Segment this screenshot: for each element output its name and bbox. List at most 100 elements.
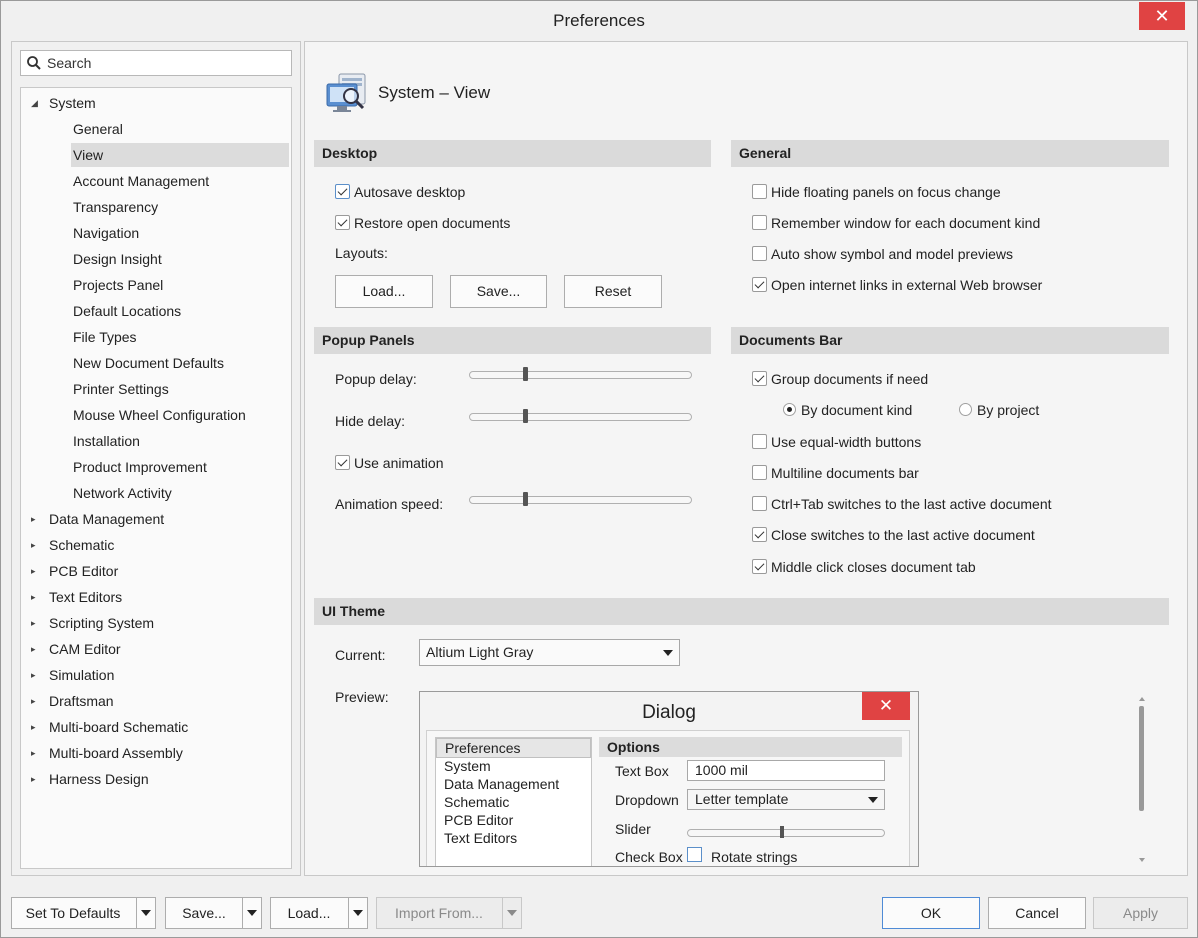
tree-item-scripting-system[interactable]: Scripting System xyxy=(49,611,154,635)
checkbox-label: Group documents if need xyxy=(771,371,929,387)
preview-checkbox-text: Rotate strings xyxy=(711,849,798,865)
collapse-arrow-icon[interactable]: ▸ xyxy=(31,585,41,609)
scroll-up-icon[interactable] xyxy=(1139,697,1145,701)
tree-item-multi-board-schematic[interactable]: Multi-board Schematic xyxy=(49,715,188,739)
tree-item-navigation[interactable]: Navigation xyxy=(73,221,139,245)
tree-item-design-insight[interactable]: Design Insight xyxy=(73,247,162,271)
tree-item-draftsman[interactable]: Draftsman xyxy=(49,689,114,713)
collapse-arrow-icon[interactable]: ▸ xyxy=(31,559,41,583)
desktop-section-header: Desktop xyxy=(314,140,711,167)
layouts-save-button[interactable]: Save... xyxy=(450,275,547,308)
tree-item-printer-settings[interactable]: Printer Settings xyxy=(73,377,169,401)
preferences-window: Preferences ✕ ◢ System General View Acco… xyxy=(0,0,1198,938)
chevron-down-icon xyxy=(868,797,878,803)
import-from-label: Import From... xyxy=(395,905,483,921)
split-divider xyxy=(242,898,243,928)
tree-item-view[interactable]: View xyxy=(71,143,289,167)
popup-panels-section-header: Popup Panels xyxy=(314,327,711,354)
checkbox-label: Use animation xyxy=(354,455,444,471)
collapse-arrow-icon[interactable]: ▸ xyxy=(31,507,41,531)
chevron-down-icon[interactable] xyxy=(353,910,363,916)
collapse-arrow-icon[interactable]: ▸ xyxy=(31,767,41,791)
preview-checkbox-label: Check Box xyxy=(615,849,683,865)
collapse-arrow-icon[interactable]: ▸ xyxy=(31,637,41,661)
checkbox-box xyxy=(752,527,767,542)
scroll-down-icon[interactable] xyxy=(1139,858,1145,862)
preview-list: Preferences System Data Management Schem… xyxy=(435,737,592,866)
tree-item-new-document-defaults[interactable]: New Document Defaults xyxy=(73,351,224,375)
layouts-reset-button[interactable]: Reset xyxy=(564,275,662,308)
checkbox-label: Restore open documents xyxy=(354,215,511,231)
collapse-arrow-icon[interactable]: ▸ xyxy=(31,663,41,687)
scroll-thumb[interactable] xyxy=(1139,706,1144,811)
tree-item-transparency[interactable]: Transparency xyxy=(73,195,158,219)
current-theme-label: Current: xyxy=(335,647,386,663)
hide-delay-slider[interactable] xyxy=(469,409,692,423)
search-input[interactable] xyxy=(45,53,285,73)
checkbox-box xyxy=(335,215,350,230)
tree-item-multi-board-assembly[interactable]: Multi-board Assembly xyxy=(49,741,183,765)
set-to-defaults-button[interactable]: Set To Defaults xyxy=(11,897,156,929)
tree-item-mouse-wheel-configuration[interactable]: Mouse Wheel Configuration xyxy=(73,403,246,427)
tree-item-schematic[interactable]: Schematic xyxy=(49,533,114,557)
tree-item-general[interactable]: General xyxy=(73,117,123,141)
system-view-icon xyxy=(326,73,366,112)
preview-dialog-body: Preferences System Data Management Schem… xyxy=(426,730,910,866)
collapse-arrow-icon[interactable]: ▸ xyxy=(31,689,41,713)
slider-thumb[interactable] xyxy=(523,492,528,506)
preview-text-box-label: Text Box xyxy=(615,763,669,779)
tree-item-file-types[interactable]: File Types xyxy=(73,325,137,349)
radio-dot xyxy=(783,403,796,416)
tree-item-system[interactable]: System xyxy=(49,91,96,115)
search-box[interactable] xyxy=(20,50,292,76)
tree-item-installation[interactable]: Installation xyxy=(73,429,140,453)
tree-item-text-editors[interactable]: Text Editors xyxy=(49,585,122,609)
slider-thumb[interactable] xyxy=(523,409,528,423)
chevron-down-icon[interactable] xyxy=(141,910,151,916)
preview-slider-label: Slider xyxy=(615,821,651,837)
layouts-label: Layouts: xyxy=(335,245,388,261)
theme-dropdown[interactable]: Altium Light Gray xyxy=(419,639,680,666)
tree-item-simulation[interactable]: Simulation xyxy=(49,663,114,687)
tree-item-product-improvement[interactable]: Product Improvement xyxy=(73,455,207,479)
checkbox-box xyxy=(752,465,767,480)
chevron-down-icon xyxy=(663,650,673,656)
preview-dialog-title: Dialog xyxy=(642,702,696,723)
popup-delay-slider[interactable] xyxy=(469,367,692,381)
ok-button[interactable]: OK xyxy=(882,897,980,929)
slider-thumb[interactable] xyxy=(523,367,528,381)
preview-list-item: Data Management xyxy=(444,776,560,792)
set-to-defaults-label: Set To Defaults xyxy=(25,905,121,921)
chevron-down-icon[interactable] xyxy=(507,910,517,916)
tree-item-projects-panel[interactable]: Projects Panel xyxy=(73,273,163,297)
tree-item-harness-design[interactable]: Harness Design xyxy=(49,767,149,791)
checkbox-box xyxy=(752,434,767,449)
collapse-arrow-icon[interactable]: ▸ xyxy=(31,741,41,765)
tree-item-default-locations[interactable]: Default Locations xyxy=(73,299,181,323)
tree-item-cam-editor[interactable]: CAM Editor xyxy=(49,637,121,661)
collapse-arrow-icon[interactable]: ▸ xyxy=(31,533,41,557)
load-button[interactable]: Load... xyxy=(270,897,368,929)
apply-button[interactable]: Apply xyxy=(1093,897,1188,929)
import-from-button[interactable]: Import From... xyxy=(376,897,522,929)
preview-text-box: 1000 mil xyxy=(687,760,885,781)
close-button[interactable]: ✕ xyxy=(1139,2,1185,30)
preview-close-button: ✕ xyxy=(862,692,910,720)
checkbox-label: Close switches to the last active docume… xyxy=(771,527,1035,543)
tree-item-account-management[interactable]: Account Management xyxy=(73,169,209,193)
animation-speed-slider[interactable] xyxy=(469,492,692,506)
layouts-load-button[interactable]: Load... xyxy=(335,275,433,308)
split-divider xyxy=(502,898,503,928)
collapse-arrow-icon[interactable]: ▸ xyxy=(31,611,41,635)
checkbox-box xyxy=(752,246,767,261)
collapse-arrow-icon[interactable]: ▸ xyxy=(31,715,41,739)
tree-item-pcb-editor[interactable]: PCB Editor xyxy=(49,559,118,583)
chevron-down-icon[interactable] xyxy=(247,910,257,916)
expand-icon[interactable]: ◢ xyxy=(31,91,41,115)
tree-item-data-management[interactable]: Data Management xyxy=(49,507,164,531)
preview-dropdown-value: Letter template xyxy=(695,791,789,807)
tree-item-network-activity[interactable]: Network Activity xyxy=(73,481,172,505)
preview-scrollbar[interactable] xyxy=(1139,697,1147,862)
cancel-button[interactable]: Cancel xyxy=(988,897,1086,929)
save-button[interactable]: Save... xyxy=(165,897,262,929)
